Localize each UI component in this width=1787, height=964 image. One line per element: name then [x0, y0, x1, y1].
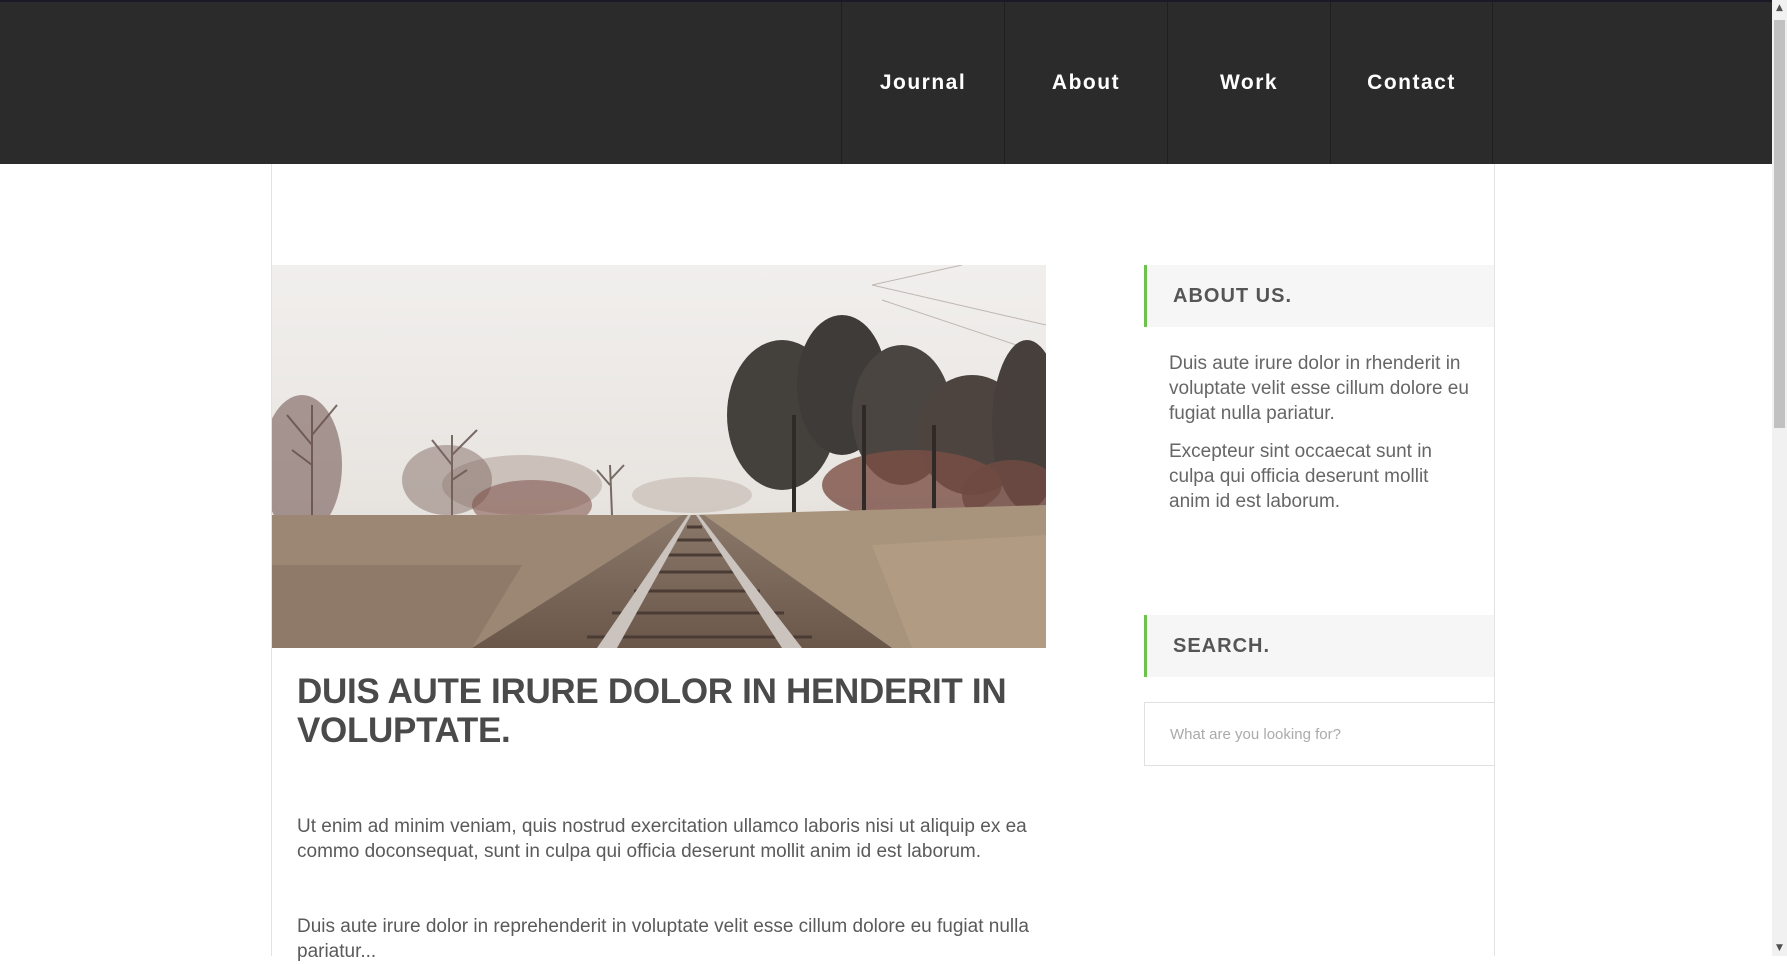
railway-photo — [272, 265, 1046, 648]
scroll-down-arrow-icon[interactable]: ▼ — [1772, 940, 1787, 956]
scroll-up-arrow-icon[interactable]: ▲ — [1772, 0, 1787, 16]
about-widget-text: Excepteur sint occaecat sunt in culpa qu… — [1169, 441, 1432, 512]
main-nav: Journal About Work Contact — [841, 2, 1493, 164]
post-title[interactable]: DUIS AUTE IRURE DOLOR IN HENDERIT IN VOL… — [297, 672, 1037, 750]
post-paragraph: Duis aute irure dolor in reprehenderit i… — [297, 916, 1029, 962]
search-widget-header: SEARCH. — [1144, 615, 1494, 677]
post-featured-image[interactable] — [272, 265, 1046, 648]
post-paragraph: Ut enim ad minim veniam, quis nostrud ex… — [297, 816, 1027, 862]
nav-item-contact[interactable]: Contact — [1330, 2, 1493, 164]
nav-item-journal[interactable]: Journal — [841, 2, 1004, 164]
content-frame-right-border — [1494, 164, 1495, 956]
search-widget-title: SEARCH. — [1173, 635, 1271, 657]
page-scrollbar[interactable]: ▲ ▼ — [1772, 0, 1787, 956]
nav-item-work[interactable]: Work — [1167, 2, 1330, 164]
site-header: Journal About Work Contact — [0, 2, 1772, 164]
nav-item-about[interactable]: About — [1004, 2, 1167, 164]
scrollbar-thumb[interactable] — [1774, 20, 1785, 428]
about-widget-title: ABOUT US. — [1173, 285, 1292, 307]
about-widget-text: Duis aute irure dolor in rhenderit in vo… — [1169, 353, 1469, 424]
search-input[interactable] — [1144, 702, 1494, 766]
about-widget-header: ABOUT US. — [1144, 265, 1494, 327]
